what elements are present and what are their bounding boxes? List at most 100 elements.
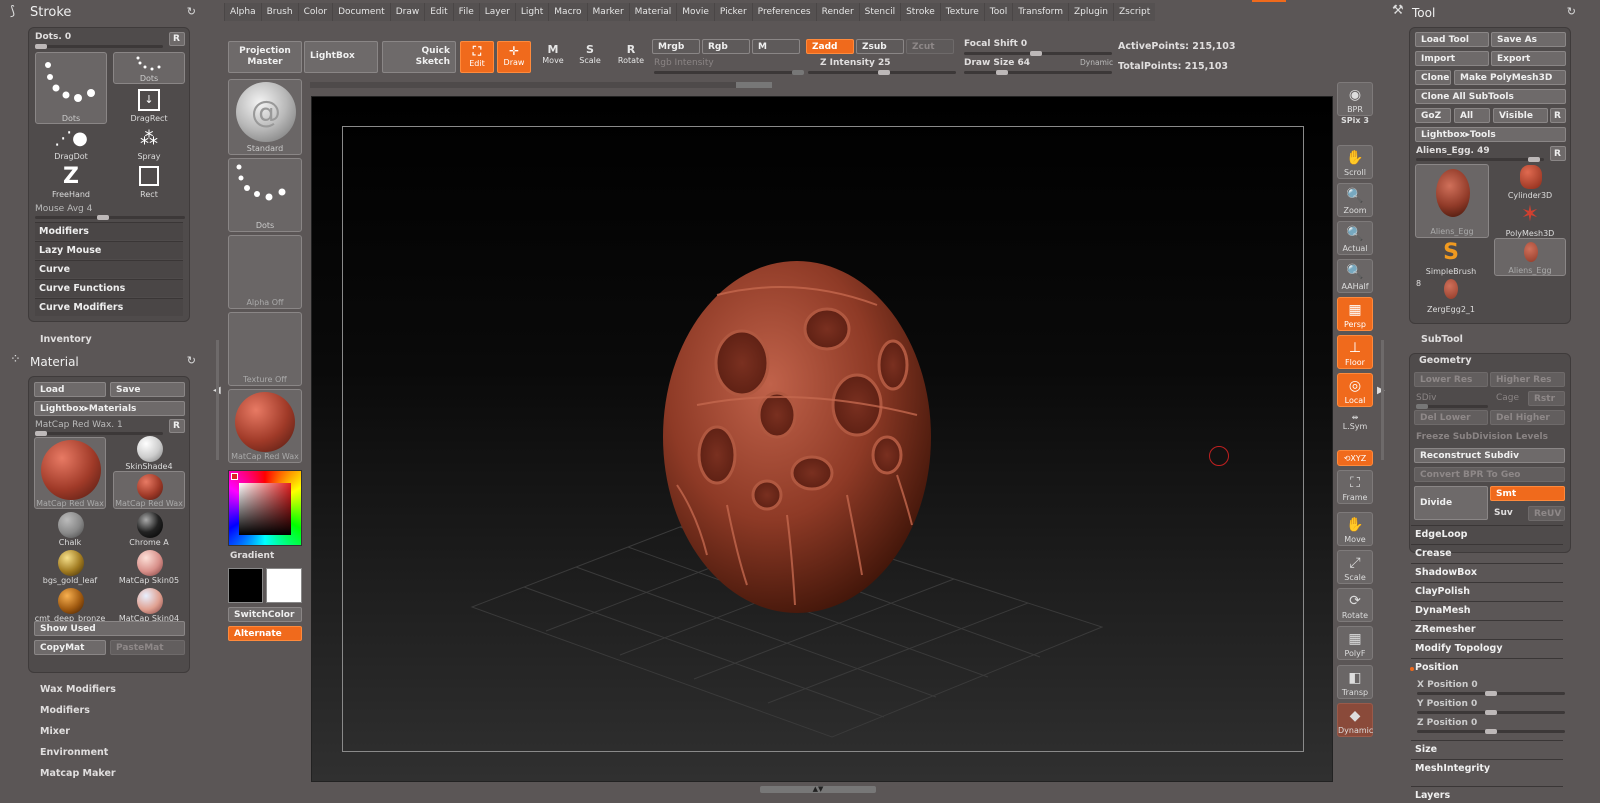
material-deep-bronze[interactable]: cmt_deep_bronze [34,585,106,623]
stroke-dots-slot[interactable]: Dots [228,158,302,232]
lightbox-button[interactable]: LightBox [304,41,378,73]
layers-section[interactable]: Layers [1411,786,1563,801]
menu-zplugin[interactable]: Zplugin [1068,3,1113,21]
menu-file[interactable]: File [452,3,479,21]
shelf-aahalf-button[interactable]: 🔍 AAHalf [1337,259,1373,293]
y-position-slider[interactable] [1417,710,1565,715]
texture-off-slot[interactable]: Texture Off [228,312,302,386]
tool-aliens-egg-small[interactable]: Aliens_Egg [1494,238,1566,276]
rstr-button[interactable]: Rstr [1528,391,1565,406]
divide-button[interactable]: Divide [1414,486,1488,520]
stroke-lazy-mouse[interactable]: Lazy Mouse [35,241,183,259]
dynamesh-section[interactable]: DynaMesh [1411,601,1563,619]
menu-layer[interactable]: Layer [478,3,515,21]
menu-zscript[interactable]: Zscript [1113,3,1155,21]
move-button[interactable]: M Move [536,43,570,65]
rgb-button[interactable]: Rgb [702,39,750,54]
modify-topology-section[interactable]: Modify Topology [1411,639,1563,657]
mrgb-button[interactable]: Mrgb [652,39,700,54]
freeze-subdiv-label[interactable]: Freeze SubDivision Levels [1416,432,1548,442]
shelf-transp-button[interactable]: ◧ Transp [1337,665,1373,699]
refresh-icon[interactable]: ↻ [187,354,196,367]
shelf-bpr-button[interactable]: ◉ BPR [1337,82,1373,116]
shelf-persp-button[interactable]: ▦ Persp [1337,297,1373,331]
dynamic-label[interactable]: Dynamic [1080,58,1113,67]
size-section[interactable]: Size [1411,740,1563,758]
inventory-label[interactable]: Inventory [40,334,92,345]
tool-header[interactable]: ⚒ Tool ↻ [1390,3,1580,23]
shelf-l-sym-button[interactable]: ⇹ L.Sym [1337,413,1373,431]
lightbox-tools-button[interactable]: Lightbox▸Tools [1415,127,1566,142]
shadowbox-section[interactable]: ShadowBox [1411,563,1563,581]
secondary-color-swatch[interactable] [266,568,302,603]
color-picker-square[interactable] [239,483,291,535]
menu-picker[interactable]: Picker [713,3,752,21]
menu-document[interactable]: Document [332,3,390,21]
stroke-modifiers[interactable]: Modifiers [35,222,183,240]
all-button[interactable]: All [1454,108,1490,123]
left-scrollbar[interactable] [216,340,219,460]
tool-aliens-egg-large[interactable]: Aliens_Egg [1415,164,1489,238]
tool-zergegg[interactable]: ZergEgg2_1 [1415,276,1487,314]
right-scrollbar[interactable] [1381,340,1384,460]
wax-modifiers[interactable]: Wax Modifiers [40,684,116,695]
menu-tool[interactable]: Tool [983,3,1012,21]
zcut-button[interactable]: Zcut [906,39,954,54]
x-position-slider[interactable] [1417,691,1565,696]
menu-preferences[interactable]: Preferences [751,3,816,21]
document-canvas[interactable] [311,96,1333,782]
alternate-button[interactable]: Alternate [228,626,302,641]
tool-polymesh3d[interactable]: ✶ PolyMesh3D [1494,200,1566,239]
material-modifiers[interactable]: Modifiers [40,705,90,716]
primary-color-swatch[interactable] [228,568,263,603]
tool-current-r-button[interactable]: R [1550,146,1566,161]
menu-color[interactable]: Color [297,3,333,21]
shelf-polyf-button[interactable]: ▦ PolyF [1337,626,1373,660]
z-intensity-slider[interactable] [808,70,956,75]
shelf-move-button[interactable]: ✋ Move [1337,512,1373,546]
material-red-wax-large[interactable]: MatCap Red Wax [34,437,106,509]
tool-simplebrush[interactable]: S SimpleBrush [1415,238,1487,277]
material-skin04[interactable]: MatCap Skin04 [113,585,185,623]
stroke-freehand[interactable]: Z FreeHand [35,162,107,200]
top-scrollbar[interactable] [310,82,772,88]
stroke-curve-functions[interactable]: Curve Functions [35,279,183,297]
material-chrome-a[interactable]: Chrome A [113,509,185,547]
copymat-button[interactable]: CopyMat [34,640,106,655]
brush-standard-slot[interactable]: @ Standard [228,79,302,155]
projection-master-button[interactable]: Projection Master [228,41,302,73]
mixer[interactable]: Mixer [40,726,70,737]
shelf-spix-3-button[interactable]: SPix 3 [1337,116,1373,125]
reconstruct-subdiv-button[interactable]: Reconstruct Subdiv [1414,448,1565,463]
shelf-rotate-button[interactable]: ⟳ Rotate [1337,588,1373,622]
stroke-spray[interactable]: ⁂ Spray [113,124,185,162]
lower-res-button[interactable]: Lower Res [1414,372,1488,387]
save-as-button[interactable]: Save As [1491,32,1566,47]
shelf-floor-button[interactable]: ⊥ Floor [1337,335,1373,369]
edgeloop-section[interactable]: EdgeLoop [1411,525,1563,543]
clone-button[interactable]: Clone [1415,70,1451,85]
menu-render[interactable]: Render [815,3,859,21]
refresh-icon[interactable]: ↻ [1567,5,1576,18]
alpha-off-slot[interactable]: Alpha Off [228,235,302,309]
make-polymesh-button[interactable]: Make PolyMesh3D [1454,70,1566,85]
m-button[interactable]: M [752,39,800,54]
material-r-button[interactable]: R [169,419,185,433]
environment[interactable]: Environment [40,747,108,758]
shelf-zoom-button[interactable]: 🔍 Zoom [1337,183,1373,217]
material-chalk[interactable]: Chalk [34,509,106,547]
shelf-scale-button[interactable]: ⤢ Scale [1337,550,1373,584]
claypolish-section[interactable]: ClayPolish [1411,582,1563,600]
switch-color-button[interactable]: SwitchColor [228,607,302,622]
refresh-icon[interactable]: ↻ [187,5,196,18]
menu-brush[interactable]: Brush [260,3,298,21]
import-button[interactable]: Import [1415,51,1489,66]
rotate-button[interactable]: R Rotate [614,43,648,65]
rgb-intensity-slider[interactable] [654,70,804,75]
material-gold-leaf[interactable]: bgs_gold_leaf [34,547,106,585]
menu-movie[interactable]: Movie [676,3,714,21]
goz-button[interactable]: GoZ [1415,108,1451,123]
menu-draw[interactable]: Draw [389,3,425,21]
stroke-dots-small[interactable]: Dots [113,52,185,84]
focal-shift-slider[interactable] [964,51,1112,56]
